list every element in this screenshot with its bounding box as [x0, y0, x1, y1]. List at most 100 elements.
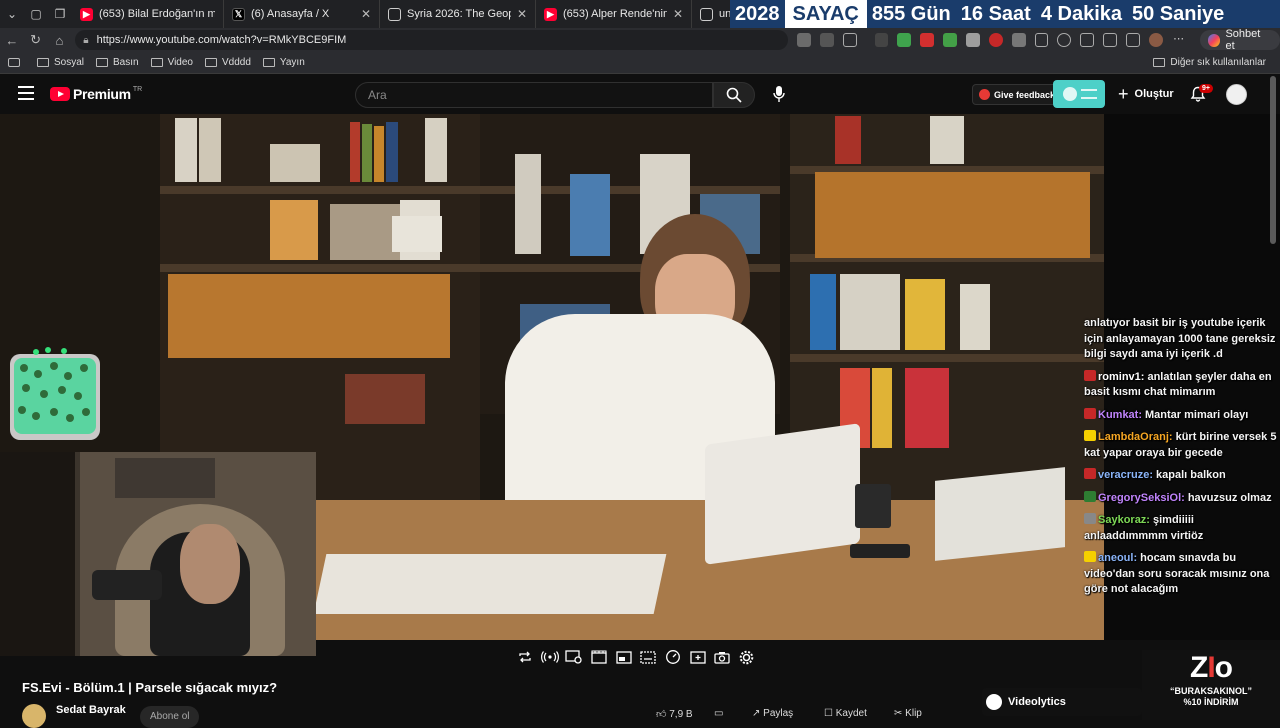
- account-avatar[interactable]: [1226, 84, 1247, 105]
- videolytics-button[interactable]: Videolytics: [982, 688, 1142, 716]
- voice-search-button[interactable]: [771, 84, 787, 104]
- countdown-overlay: 2028 SAYAÇ 855 Gün 16 Saat 4 Dakika 50 S…: [730, 0, 1280, 28]
- chat-message: GregorySeksiOl: havuzsuz olmaz: [1078, 490, 1278, 507]
- close-tab-icon[interactable]: ✕: [361, 7, 371, 21]
- chat-message: Kumkat: Mantar mimari olayı: [1078, 407, 1278, 424]
- subtitles-icon[interactable]: [639, 649, 657, 665]
- page-scrollbar[interactable]: [1270, 76, 1276, 244]
- search-input[interactable]: Ara: [355, 82, 713, 108]
- screenshot-icon[interactable]: [565, 649, 583, 665]
- url-field[interactable]: 🔒︎ https://www.youtube.com/watch?v=RMkYB…: [75, 30, 788, 50]
- scissors-icon: ✂: [894, 708, 903, 719]
- browser-tab-4[interactable]: ▶ (653) Alper Rende'nin Amerikan bas ✕: [536, 0, 692, 28]
- tab-title: (653) Alper Rende'nin Amerikan bas: [563, 8, 667, 20]
- settings-gear-icon[interactable]: [738, 649, 756, 665]
- reader-icon[interactable]: [796, 33, 811, 47]
- extensions-puzzle-icon[interactable]: [1057, 33, 1072, 47]
- youtube-play-icon: [50, 87, 70, 101]
- speed-icon[interactable]: [664, 649, 682, 665]
- workspaces-icon[interactable]: ▢: [24, 0, 48, 28]
- microphone-icon: [773, 86, 785, 102]
- jar-widget-icon: [10, 347, 100, 440]
- like-button[interactable]: 👍︎ 7,9 B: [656, 708, 693, 721]
- subscribe-button[interactable]: Abone ol: [140, 706, 200, 728]
- add-to-playlist-icon[interactable]: [689, 649, 707, 665]
- extension-icon[interactable]: [920, 33, 935, 47]
- favorite-star-icon[interactable]: [842, 33, 857, 47]
- channel-name[interactable]: Sedat Bayrak: [56, 704, 126, 716]
- hamburger-menu-icon[interactable]: [18, 86, 34, 100]
- extension-icon[interactable]: [988, 33, 1003, 47]
- user-badge-icon: [1084, 407, 1096, 419]
- share-button[interactable]: ↗ Paylaş: [752, 708, 793, 719]
- extension-icon[interactable]: [897, 33, 912, 47]
- browser-tab-3[interactable]: Syria 2026: The Geopolitical Map ✕: [380, 0, 536, 28]
- chat-message: veracruze: kapalı balkon: [1078, 468, 1278, 484]
- microphone: [92, 570, 162, 600]
- book: [345, 374, 425, 424]
- user-badge-icon: [1084, 430, 1096, 441]
- extension-icon[interactable]: [943, 33, 957, 47]
- collections-icon[interactable]: [1103, 33, 1118, 47]
- home-icon[interactable]: ⌂: [48, 33, 72, 48]
- channel-avatar[interactable]: [22, 704, 46, 728]
- book: [905, 368, 949, 448]
- bookmark-yayin[interactable]: Yayın: [262, 57, 305, 68]
- bookmark-basin[interactable]: Basın: [96, 57, 139, 68]
- search-button[interactable]: [713, 82, 755, 108]
- chat-button[interactable]: Sohbet et: [1199, 28, 1280, 52]
- bookmark-video[interactable]: Video: [150, 57, 193, 68]
- globe-icon: [700, 7, 713, 21]
- camera-icon[interactable]: [713, 649, 731, 665]
- book: [350, 122, 360, 182]
- extension-icon[interactable]: [1011, 33, 1026, 47]
- book: [270, 200, 318, 260]
- bookmark-vdddd[interactable]: Vdddd: [205, 57, 251, 68]
- browser-tab-2[interactable]: 𝕏 (6) Anasayfa / X ✕: [224, 0, 380, 28]
- create-button[interactable]: + Oluştur: [1118, 84, 1174, 104]
- reading-list-icon[interactable]: [8, 58, 25, 67]
- extension-icon[interactable]: [965, 33, 980, 47]
- reload-icon[interactable]: ↻: [24, 32, 48, 48]
- thumbs-up-icon: 👍︎: [656, 709, 667, 720]
- back-icon[interactable]: ←: [0, 33, 24, 48]
- chat-button-label: Sohbet et: [1225, 28, 1261, 52]
- broadcast-icon[interactable]: [540, 649, 559, 665]
- close-tab-icon[interactable]: ✕: [673, 7, 683, 21]
- save-button[interactable]: ☐ Kaydet: [824, 708, 867, 719]
- split-screen-icon[interactable]: [1034, 33, 1049, 47]
- dislike-button[interactable]: ▭: [714, 708, 723, 719]
- other-favorites[interactable]: Diğer sık kullanılanlar: [1153, 57, 1266, 68]
- favorites-icon[interactable]: [1080, 33, 1095, 47]
- folder-icon: [150, 58, 163, 67]
- videolytics-logo-icon: [986, 694, 1002, 710]
- clip-button[interactable]: ✂ Klip: [894, 708, 922, 719]
- extension-toggle-button[interactable]: [1053, 80, 1105, 108]
- book: [374, 126, 384, 182]
- countdown-hours: 16 Saat: [960, 2, 1031, 25]
- picture-in-picture-icon[interactable]: [615, 649, 633, 665]
- profile-avatar-icon[interactable]: [1148, 33, 1163, 47]
- youtube-premium-logo[interactable]: Premium TR: [50, 86, 142, 102]
- loop-icon[interactable]: [516, 649, 534, 665]
- tab-groups-icon[interactable]: ❐: [48, 0, 72, 28]
- streamer-webcam: [0, 452, 316, 656]
- book: [872, 368, 892, 448]
- feedback-icon: [979, 89, 990, 100]
- chat-message: LambdaOranj: kürt birine versek 5 kat yap…: [1084, 430, 1277, 459]
- extension-icon[interactable]: [874, 33, 889, 47]
- book: [515, 154, 541, 254]
- copilot-icon[interactable]: [1126, 33, 1140, 47]
- bookmark-sosyal[interactable]: Sosyal: [37, 57, 84, 68]
- globe-icon: [388, 7, 401, 21]
- more-menu-icon[interactable]: ⋯: [1172, 33, 1186, 47]
- tab-menu-chevron-icon[interactable]: ⌄: [0, 0, 24, 28]
- app-icon[interactable]: [819, 33, 834, 47]
- give-feedback-button[interactable]: Give feedback: [972, 84, 1063, 105]
- browser-tab-1[interactable]: ▶ (653) Bilal Erdoğan'ın mitingine kat: [72, 0, 224, 28]
- clapper-icon[interactable]: [590, 649, 608, 665]
- tab-title: Syria 2026: The Geopolitical Map: [407, 8, 511, 20]
- close-tab-icon[interactable]: ✕: [517, 7, 527, 21]
- chat-message: rominv1: anlatılan şeyler daha en basit k…: [1084, 369, 1272, 398]
- book: [362, 124, 372, 182]
